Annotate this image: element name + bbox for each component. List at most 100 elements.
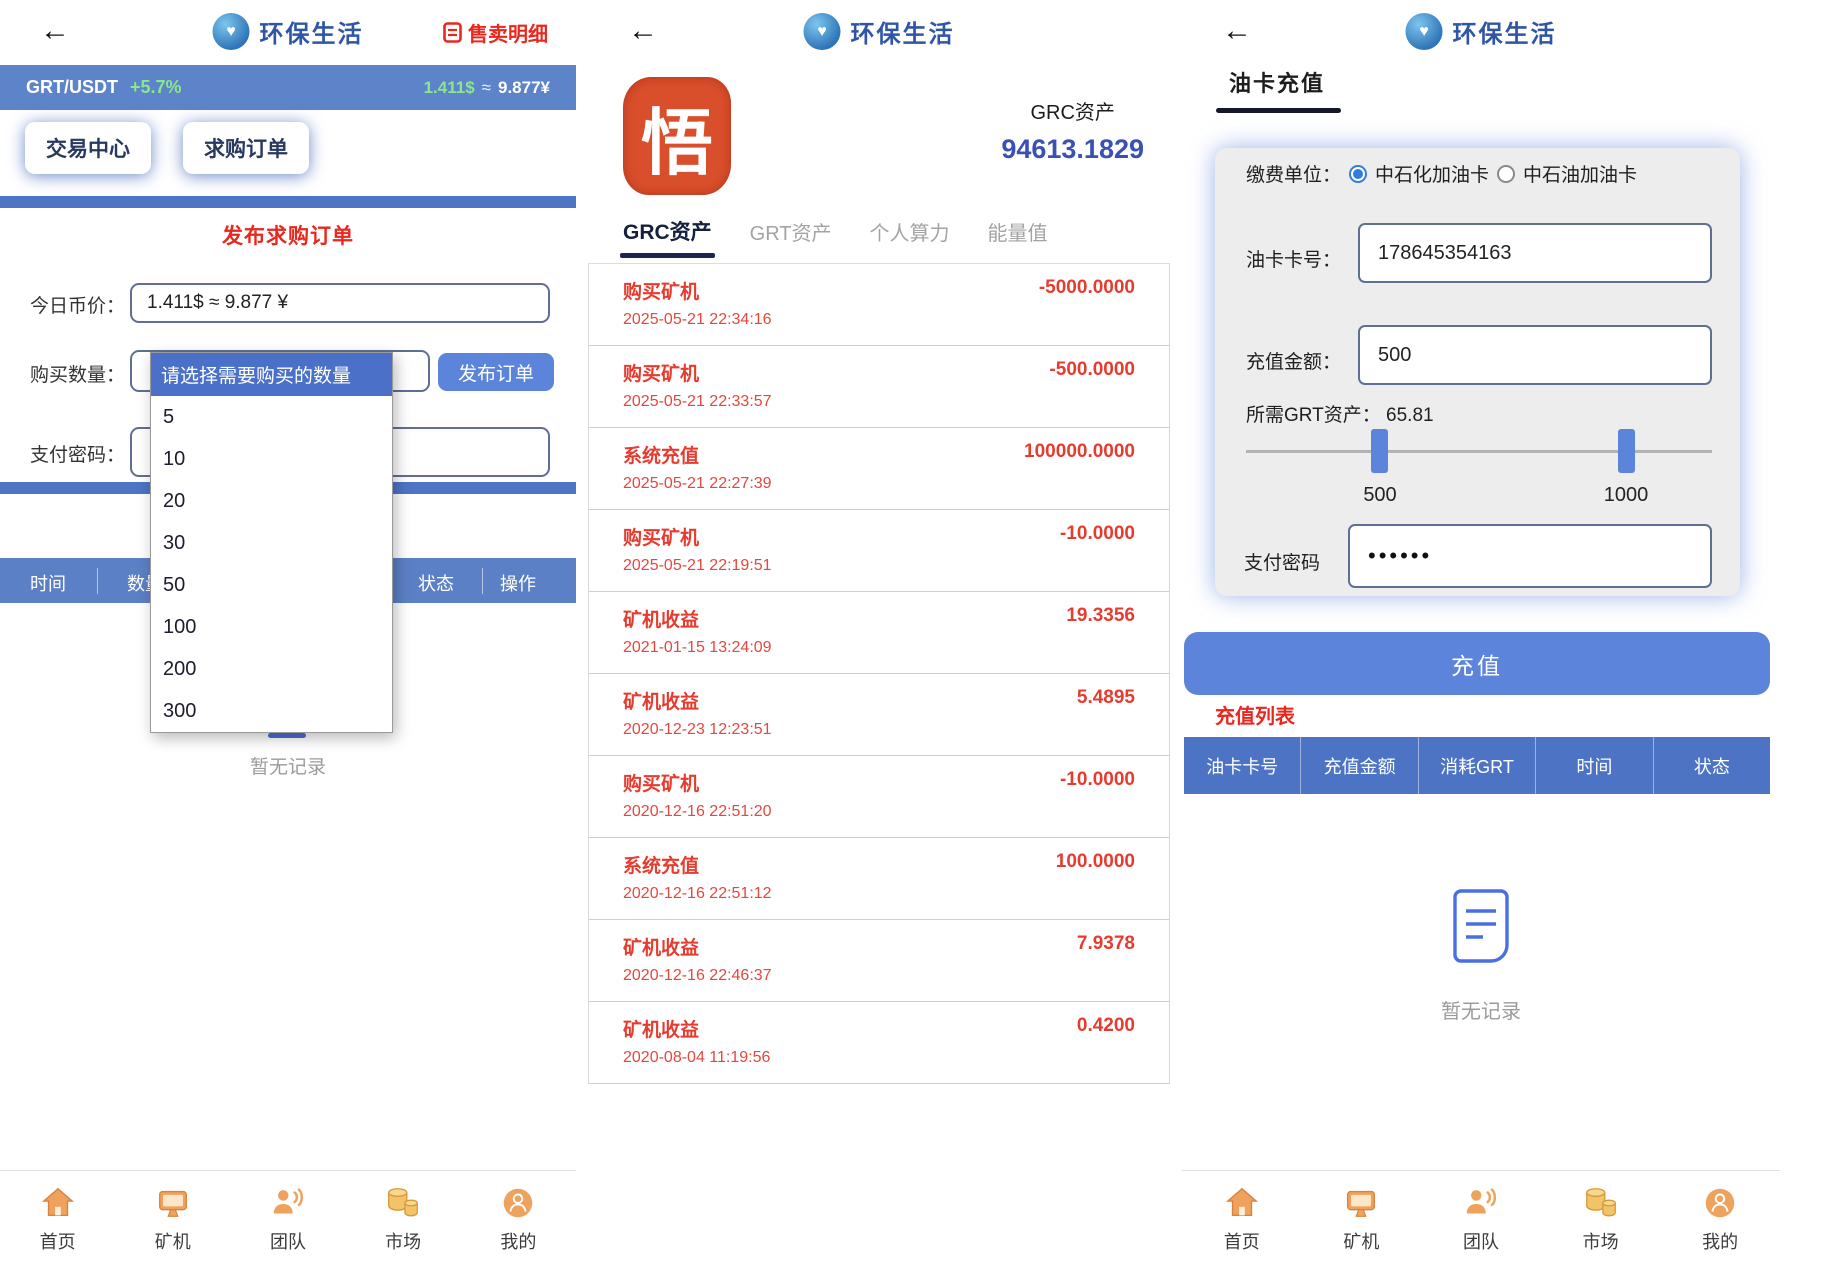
radio-sinopec[interactable] [1349, 165, 1367, 183]
dropdown-placeholder-option[interactable]: 请选择需要购买的数量 [151, 353, 392, 396]
nav-item-label: 首页 [1224, 1228, 1260, 1254]
transaction-row[interactable]: 购买矿机-10.0000 2020-12-16 22:51:20 [589, 756, 1169, 838]
txn-amount: -5000.0000 [1039, 277, 1135, 304]
grt-required-value: 65.81 [1386, 405, 1434, 426]
tab-buy-orders[interactable]: 求购订单 [183, 122, 309, 174]
brand-header: ♥ 环保生活 [213, 13, 364, 50]
nav-item-profile[interactable]: 我的 [1680, 1184, 1760, 1254]
slider-handle-min[interactable] [1371, 429, 1388, 473]
sell-detail-link[interactable]: 售卖明细 [443, 18, 548, 47]
dropdown-option[interactable]: 20 [151, 480, 392, 522]
grt-required-row: 所需GRT资产： 65.81 [1246, 400, 1434, 427]
back-arrow-icon[interactable]: ← [628, 14, 658, 48]
nav-item-label: 首页 [40, 1228, 76, 1254]
amount-input[interactable]: 500 [1358, 325, 1712, 385]
grt-required-label: 所需GRT资产： [1246, 405, 1381, 426]
txn-title: 矿机收益 [623, 933, 699, 960]
dropdown-option[interactable]: 30 [151, 522, 392, 564]
dropdown-option[interactable]: 10 [151, 438, 392, 480]
txn-amount: -500.0000 [1049, 359, 1135, 386]
column-separator [97, 568, 98, 594]
today-price-value: 1.411$ ≈ 9.877 ¥ [147, 292, 288, 314]
txn-time: 2020-12-16 22:46:37 [623, 967, 1135, 985]
transaction-row[interactable]: 购买矿机-500.0000 2025-05-21 22:33:57 [589, 346, 1169, 428]
brand-name: 环保生活 [260, 14, 364, 49]
tab-grc-asset[interactable]: GRC资产 [623, 216, 712, 250]
transaction-row[interactable]: 购买矿机-5000.0000 2025-05-21 22:34:16 [589, 264, 1169, 346]
dropdown-option[interactable]: 5 [151, 396, 392, 438]
nav-item-market[interactable]: 市场 [1561, 1184, 1641, 1254]
nav-item-label: 团队 [1463, 1228, 1499, 1254]
amount-slider-track[interactable] [1246, 450, 1712, 453]
card-number-value: 178645354163 [1378, 242, 1511, 265]
back-arrow-icon[interactable]: ← [40, 14, 70, 48]
slider-handle-max[interactable] [1618, 429, 1635, 473]
col-time: 时间 [1536, 737, 1653, 794]
recharge-button[interactable]: 充值 [1184, 632, 1770, 695]
txn-time: 2025-05-21 22:19:51 [623, 557, 1135, 575]
today-price-input[interactable]: 1.411$ ≈ 9.877 ¥ [130, 283, 550, 323]
section-title: 发布求购订单 [0, 220, 576, 250]
txn-title: 系统充值 [623, 441, 699, 468]
publish-order-button[interactable]: 发布订单 [438, 353, 554, 391]
divider-bar [0, 196, 576, 208]
nav-item-home[interactable]: 首页 [1202, 1184, 1282, 1254]
transaction-row[interactable]: 系统充值100000.0000 2025-05-21 22:27:39 [589, 428, 1169, 510]
transaction-row[interactable]: 系统充值100.0000 2020-12-16 22:51:12 [589, 838, 1169, 920]
txn-time: 2020-12-16 22:51:20 [623, 803, 1135, 821]
brand-logo-icon: ♥ [1406, 13, 1443, 50]
price-field-label: 今日币价： [30, 291, 125, 318]
back-arrow-icon[interactable]: ← [1222, 14, 1252, 48]
dropdown-option[interactable]: 50 [151, 564, 392, 606]
nav-item-market[interactable]: 市场 [363, 1184, 443, 1254]
radio-petrochina-label: 中石油加油卡 [1523, 160, 1637, 187]
brand-header: ♥ 环保生活 [1406, 13, 1557, 50]
tab-trade-center[interactable]: 交易中心 [25, 122, 151, 174]
card-number-label: 油卡卡号： [1246, 245, 1341, 272]
nav-item-profile[interactable]: 我的 [478, 1184, 558, 1254]
nav-item-home[interactable]: 首页 [18, 1184, 98, 1254]
txn-title: 购买矿机 [623, 523, 699, 550]
col-status: 状态 [418, 570, 454, 596]
col-grt-cost: 消耗GRT [1419, 737, 1536, 794]
txn-amount: 7.9378 [1077, 933, 1135, 960]
nav-item-label: 我的 [1702, 1228, 1738, 1254]
col-amount: 充值金额 [1301, 737, 1418, 794]
empty-document-icon [1452, 888, 1510, 969]
txn-title: 矿机收益 [623, 687, 699, 714]
transaction-row[interactable]: 购买矿机 -10.0000 2025-05-21 22:19:51 [589, 510, 1169, 592]
card-number-input[interactable]: 178645354163 [1358, 223, 1712, 283]
tab-personal-power[interactable]: 个人算力 [870, 217, 950, 250]
txn-amount: 100.0000 [1056, 851, 1135, 878]
password-input[interactable]: •••••• [1348, 524, 1712, 588]
nav-item-miner[interactable]: 矿机 [133, 1184, 213, 1254]
transaction-row[interactable]: 矿机收益0.4200 2020-08-04 11:19:56 [589, 1002, 1169, 1084]
transaction-row[interactable]: 矿机收益19.3356 2021-01-15 13:24:09 [589, 592, 1169, 674]
transaction-row[interactable]: 矿机收益5.4895 2020-12-23 12:23:51 [589, 674, 1169, 756]
avatar-char: 悟 [641, 84, 713, 189]
txn-amount: -10.0000 [1060, 523, 1135, 550]
password-label: 支付密码 [1244, 548, 1320, 575]
nav-item-label: 矿机 [1343, 1228, 1379, 1254]
txn-time: 2020-08-04 11:19:56 [623, 1049, 1135, 1067]
tab-grt-asset[interactable]: GRT资产 [750, 217, 832, 250]
dropdown-option[interactable]: 300 [151, 690, 392, 732]
txn-title: 系统充值 [623, 851, 699, 878]
slider-min-label: 500 [1350, 484, 1410, 507]
approx-sign: ≈ [482, 78, 491, 98]
nav-item-label: 我的 [500, 1228, 536, 1254]
tab-energy-value[interactable]: 能量值 [988, 217, 1048, 250]
nav-item-team[interactable]: 团队 [1441, 1184, 1521, 1254]
dropdown-option[interactable]: 100 [151, 606, 392, 648]
nav-item-miner[interactable]: 矿机 [1321, 1184, 1401, 1254]
txn-time: 2021-01-15 13:24:09 [623, 639, 1135, 657]
nav-item-team[interactable]: 团队 [248, 1184, 328, 1254]
dropdown-option[interactable]: 200 [151, 648, 392, 690]
txn-time: 2020-12-23 12:23:51 [623, 721, 1135, 739]
radio-petrochina[interactable] [1497, 165, 1515, 183]
empty-records-text: 暂无记录 [1182, 995, 1780, 1024]
txn-title: 矿机收益 [623, 605, 699, 632]
transaction-row[interactable]: 矿机收益 7.9378 2020-12-16 22:46:37 [589, 920, 1169, 1002]
col-card-number: 油卡卡号 [1184, 737, 1301, 794]
column-separator [482, 568, 483, 594]
